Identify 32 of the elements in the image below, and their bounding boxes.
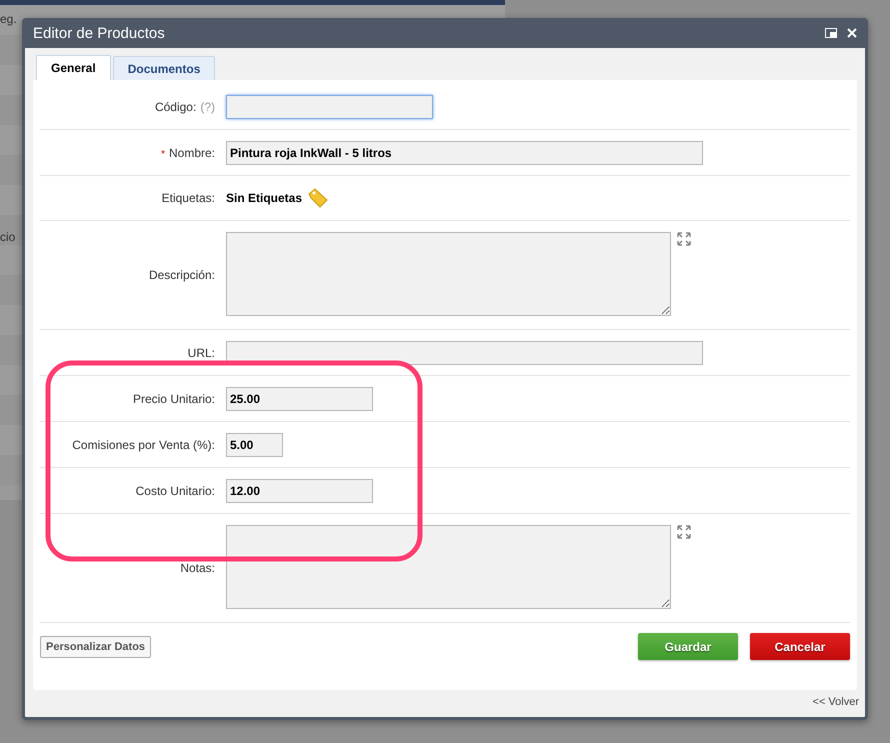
tab[interactable]: General (36, 55, 111, 80)
input-field[interactable] (226, 94, 433, 118)
field-label: Etiquetas: (162, 191, 215, 205)
window-title: Editor de Productos (33, 24, 166, 42)
field-label: Notas: (180, 561, 215, 575)
background-text: cio (0, 230, 16, 244)
text-area[interactable] (226, 232, 671, 316)
required-mark: * (161, 148, 165, 160)
input-field[interactable]: 12.00 (226, 478, 373, 502)
background-text: eg. (0, 12, 17, 26)
field-label: Código: (154, 100, 196, 114)
field-label: URL: (188, 346, 215, 360)
text-area[interactable] (226, 525, 671, 609)
field-label: Costo Unitario: (136, 484, 215, 498)
expand-icon[interactable] (677, 525, 691, 539)
cancel-button[interactable]: Cancelar (750, 633, 850, 660)
input-field[interactable]: 5.00 (226, 432, 283, 456)
expand-icon[interactable] (677, 232, 691, 246)
field-label: Descripción: (148, 268, 215, 282)
tags-value: Sin Etiquetas (226, 191, 302, 205)
tab[interactable]: Documentos (112, 56, 216, 80)
restore-icon[interactable] (825, 28, 837, 38)
tag-icon[interactable] (307, 188, 330, 208)
input-field[interactable] (226, 340, 703, 364)
back-link[interactable]: << Volver (812, 696, 859, 708)
customize-button[interactable]: Personalizar Datos (40, 636, 152, 658)
field-label: Comisiones por Venta (%): (72, 438, 215, 452)
field-label: Precio Unitario: (132, 392, 215, 406)
field-label: Nombre: (168, 146, 215, 160)
input-field[interactable]: 25.00 (226, 386, 373, 410)
close-icon[interactable] (847, 28, 857, 38)
input-field[interactable]: Pintura roja InkWall - 5 litros (226, 140, 703, 164)
